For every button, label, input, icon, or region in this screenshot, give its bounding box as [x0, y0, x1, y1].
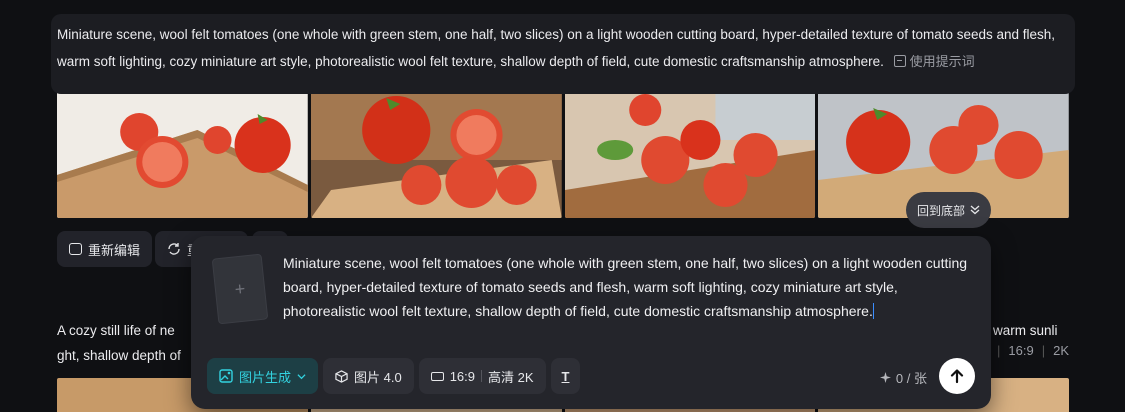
second-prompt-tail: warm sunli [993, 323, 1058, 338]
send-button[interactable] [939, 358, 975, 394]
sparkle-icon [879, 372, 891, 383]
model-label: 图片 4.0 [354, 369, 402, 385]
back-to-bottom-button[interactable]: 回到底部 [906, 192, 991, 228]
refresh-icon [168, 243, 180, 255]
text-format-button[interactable]: T [550, 358, 581, 394]
mode-label: 图片生成 [239, 369, 292, 385]
credit-text: 0 / 张 [895, 371, 927, 386]
text-caret [872, 303, 875, 319]
text-format-icon: T [561, 368, 570, 384]
tomato-image [57, 90, 308, 218]
prompt-banner: Miniature scene, wool felt tomatoes (one… [51, 14, 1075, 94]
result-image-1[interactable] [57, 90, 308, 218]
quality-label: 高清 2K [488, 369, 534, 385]
meta-ratio: 16:9 [1008, 343, 1034, 358]
upload-reference-button[interactable]: + [211, 253, 269, 325]
chevron-down-icon [297, 373, 306, 379]
tomato-image [310, 90, 562, 218]
ratio-label: 16:9 [449, 368, 476, 384]
composer-toolbar: 图片生成 图片 4.0 16:9 高清 2K T [207, 358, 581, 394]
edit-icon [69, 243, 82, 255]
model-selector[interactable]: 图片 4.0 [323, 358, 414, 394]
cube-icon [335, 369, 348, 383]
re-edit-label: 重新编辑 [88, 242, 141, 258]
divider [481, 370, 483, 382]
meta-divider: | [997, 343, 1001, 358]
use-prompt-label: 使用提示词 [909, 54, 975, 69]
tomato-image [564, 90, 816, 218]
prompt-input[interactable]: Miniature scene, wool felt tomatoes (one… [283, 251, 973, 323]
second-prompt-meta: | 16:9 | 2K [997, 343, 1069, 358]
result-image-3[interactable] [564, 90, 816, 218]
ratio-quality-selector[interactable]: 16:9 高清 2K [418, 358, 546, 394]
credit-cost: 0 / 张 [879, 368, 927, 387]
mode-selector[interactable]: 图片生成 [207, 358, 319, 394]
use-prompt-icon [893, 55, 906, 67]
meta-divider: | [1041, 343, 1046, 358]
result-image-2[interactable] [310, 90, 562, 218]
plus-icon: + [233, 278, 247, 299]
back-to-bottom-label: 回到底部 [916, 203, 965, 218]
use-prompt-button[interactable]: 使用提示词 [893, 54, 975, 69]
image-gen-icon [219, 369, 233, 383]
re-edit-button[interactable]: 重新编辑 [57, 231, 153, 267]
prompt-input-text: Miniature scene, wool felt tomatoes (one… [283, 255, 968, 319]
arrow-up-icon [950, 369, 964, 384]
chevrons-down-icon [970, 205, 980, 215]
prompt-composer: + Miniature scene, wool felt tomatoes (o… [191, 236, 991, 409]
meta-quality: 2K [1053, 343, 1069, 358]
aspect-ratio-icon [430, 371, 444, 381]
